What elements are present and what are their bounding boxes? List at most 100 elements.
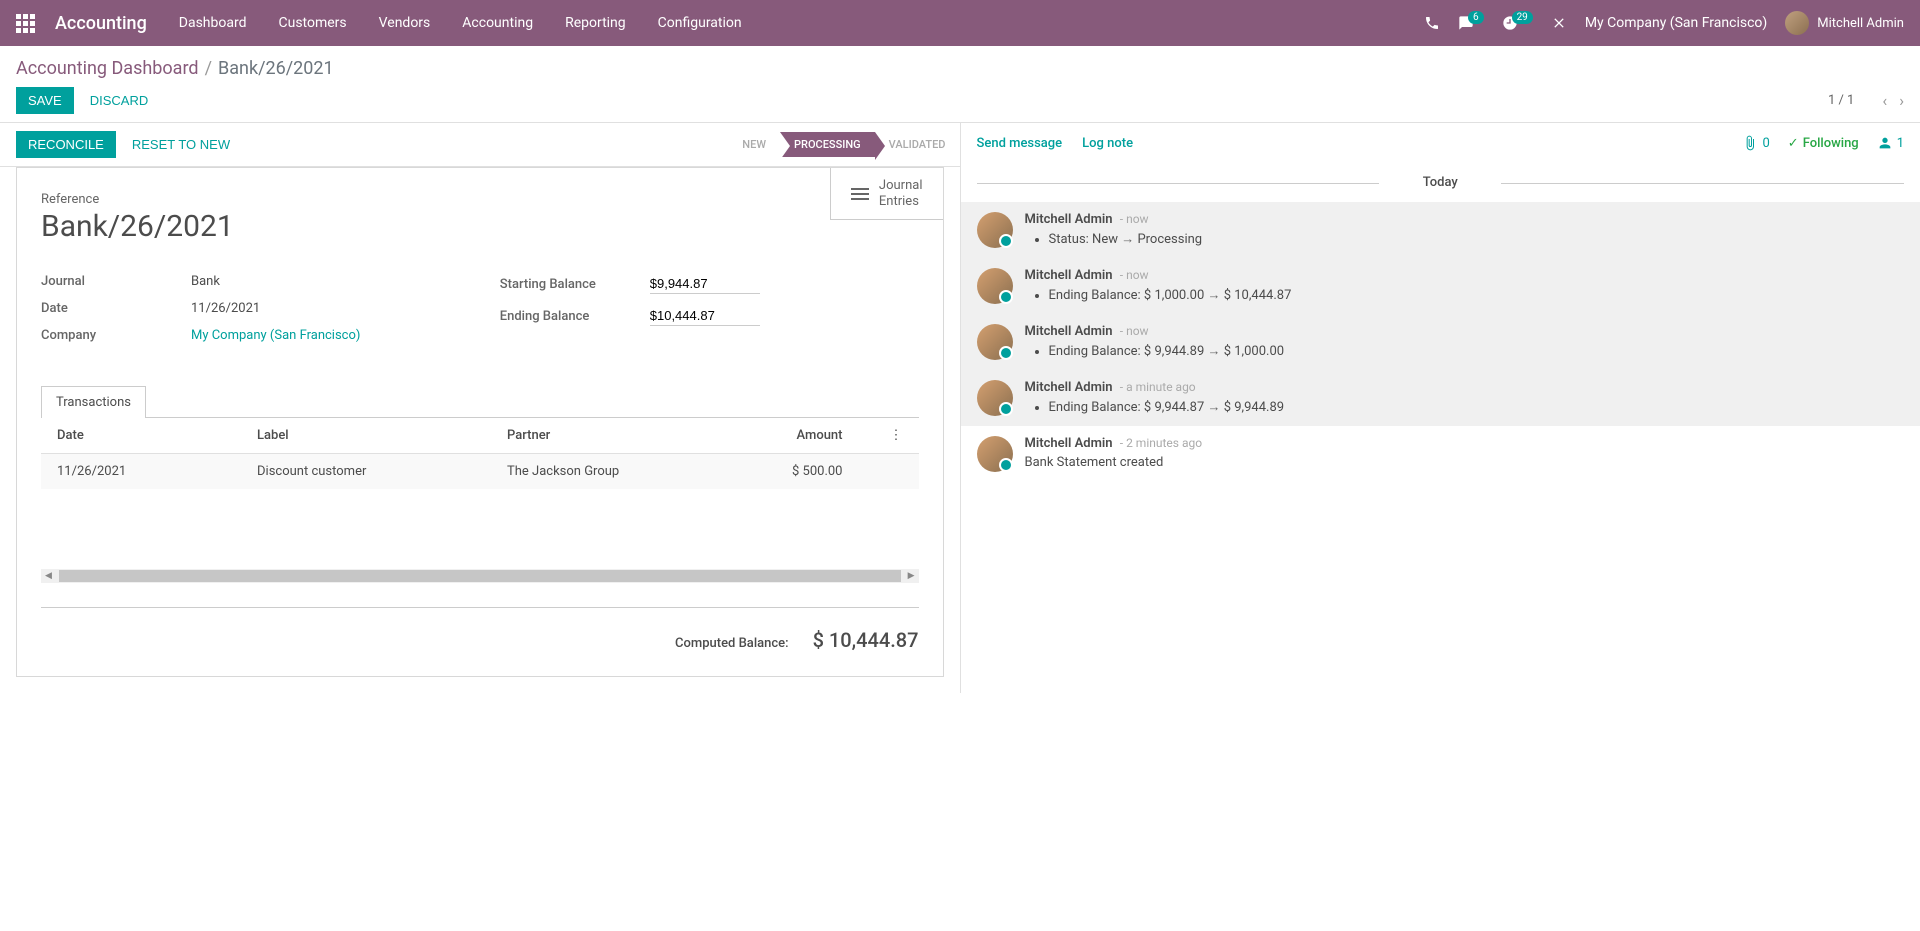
topbar-right: 6 29 My Company (San Francisco) Mitchell… [1424, 11, 1904, 35]
debug-icon[interactable] [1551, 15, 1567, 31]
cell-label[interactable]: Discount customer [257, 464, 507, 479]
col-date-header[interactable]: Date [57, 428, 257, 443]
discard-button[interactable]: DISCARD [78, 87, 161, 114]
avatar-icon [977, 324, 1013, 360]
journal-entries-button[interactable]: Journal Entries [830, 168, 943, 220]
topbar: Accounting Dashboard Customers Vendors A… [0, 0, 1920, 46]
form-view: RECONCILE RESET TO NEW NEW PROCESSING VA… [0, 123, 960, 693]
messages-badge: 6 [1468, 11, 1484, 24]
status-new[interactable]: NEW [728, 132, 780, 157]
company-label: Company [41, 328, 191, 343]
attachments-button[interactable]: 0 [1742, 135, 1769, 151]
following-label: Following [1803, 136, 1859, 151]
nav-accounting[interactable]: Accounting [462, 15, 533, 31]
message[interactable]: Mitchell Admin - nowEnding Balance: $ 1,… [961, 258, 1920, 314]
chatter-meta: 0 ✓ Following 1 [1742, 135, 1904, 151]
h-scrollbar[interactable] [41, 569, 919, 583]
pager-prev-icon[interactable]: ‹ [1882, 91, 1887, 110]
followers-count: 1 [1897, 136, 1904, 151]
stat-line2: Entries [879, 194, 923, 210]
tab-transactions[interactable]: Transactions [41, 386, 146, 418]
journal-label: Journal [41, 274, 191, 289]
tab-header: Transactions [41, 385, 919, 418]
computed-row: Computed Balance: $ 10,444.87 [41, 607, 919, 652]
nav-configuration[interactable]: Configuration [658, 15, 742, 31]
stat-line1: Journal [879, 178, 923, 194]
msg-author[interactable]: Mitchell Admin [1025, 268, 1113, 283]
msg-author[interactable]: Mitchell Admin [1025, 436, 1113, 451]
nav-menu: Dashboard Customers Vendors Accounting R… [179, 15, 742, 31]
avatar-icon [977, 268, 1013, 304]
pager-next-icon[interactable]: › [1899, 91, 1904, 110]
nav-reporting[interactable]: Reporting [565, 15, 626, 31]
status-validated[interactable]: VALIDATED [875, 132, 960, 157]
followers-button[interactable]: 1 [1877, 135, 1904, 151]
status-buttons: RECONCILE RESET TO NEW [16, 131, 242, 158]
toolbar-right: 1 / 1 ‹ › [1828, 91, 1904, 110]
reset-button[interactable]: RESET TO NEW [120, 131, 242, 158]
company-value[interactable]: My Company (San Francisco) [191, 328, 360, 343]
col-partner-header[interactable]: Partner [507, 428, 757, 443]
message[interactable]: Mitchell Admin - nowEnding Balance: $ 9,… [961, 314, 1920, 370]
breadcrumb-sep: / [205, 58, 212, 79]
start-balance-label: Starting Balance [500, 277, 650, 292]
avatar-icon [977, 436, 1013, 472]
date-label: Date [41, 301, 191, 316]
messages-list: Mitchell Admin - nowStatus: New → Proces… [961, 202, 1920, 482]
topbar-left: Accounting Dashboard Customers Vendors A… [16, 13, 742, 34]
user-menu[interactable]: Mitchell Admin [1785, 11, 1904, 35]
messages-icon[interactable]: 6 [1458, 15, 1484, 31]
following-button[interactable]: ✓ Following [1788, 136, 1859, 151]
send-message-button[interactable]: Send message [977, 136, 1063, 151]
reconcile-button[interactable]: RECONCILE [16, 131, 116, 158]
msg-time: - now [1120, 212, 1149, 226]
date-value[interactable]: 11/26/2021 [191, 301, 260, 316]
message[interactable]: Mitchell Admin - a minute agoEnding Bala… [961, 370, 1920, 426]
statusbar-widget: NEW PROCESSING VALIDATED [728, 132, 959, 157]
msg-time: - a minute ago [1120, 380, 1196, 394]
msg-author[interactable]: Mitchell Admin [1025, 380, 1113, 395]
toolbar-left: SAVE DISCARD [16, 87, 160, 114]
nav-customers[interactable]: Customers [279, 15, 347, 31]
chatter-top: Send message Log note 0 ✓ Following 1 [961, 123, 1920, 163]
cell-amount[interactable]: $ 500.00 [757, 464, 883, 479]
control-panel: Accounting Dashboard / Bank/26/2021 SAVE… [0, 46, 1920, 122]
nav-dashboard[interactable]: Dashboard [179, 15, 247, 31]
main-area: RECONCILE RESET TO NEW NEW PROCESSING VA… [0, 122, 1920, 693]
status-processing[interactable]: PROCESSING [780, 132, 875, 157]
message[interactable]: Mitchell Admin - 2 minutes agoBank State… [961, 426, 1920, 482]
avatar-icon [977, 212, 1013, 248]
journal-value: Bank [191, 274, 220, 289]
col-amount-header[interactable]: Amount [757, 428, 883, 443]
col-label-header[interactable]: Label [257, 428, 507, 443]
pager-count[interactable]: 1 / 1 [1828, 93, 1854, 108]
phone-icon[interactable] [1424, 15, 1440, 31]
check-icon: ✓ [1788, 136, 1799, 151]
cell-partner[interactable]: The Jackson Group [507, 464, 757, 479]
message[interactable]: Mitchell Admin - nowStatus: New → Proces… [961, 202, 1920, 258]
start-balance-input[interactable] [650, 274, 760, 294]
nav-vendors[interactable]: Vendors [379, 15, 431, 31]
statusbar-row: RECONCILE RESET TO NEW NEW PROCESSING VA… [0, 123, 960, 167]
chatter: Send message Log note 0 ✓ Following 1 To… [960, 123, 1920, 693]
log-note-button[interactable]: Log note [1082, 136, 1133, 151]
tabs: Transactions Date Label Partner Amount ⋮… [41, 385, 919, 652]
cell-date[interactable]: 11/26/2021 [57, 464, 257, 479]
app-title[interactable]: Accounting [55, 13, 147, 34]
breadcrumb-current: Bank/26/2021 [218, 58, 334, 79]
reference-value[interactable]: Bank/26/2021 [41, 209, 919, 244]
msg-time: - now [1120, 268, 1149, 282]
form-sheet: Journal Entries Reference Bank/26/2021 J… [16, 167, 944, 677]
msg-author[interactable]: Mitchell Admin [1025, 324, 1113, 339]
col-menu-icon[interactable]: ⋮ [883, 428, 903, 443]
end-balance-input[interactable] [650, 306, 760, 326]
table-row[interactable]: 11/26/2021 Discount customer The Jackson… [41, 454, 919, 489]
company-selector[interactable]: My Company (San Francisco) [1585, 15, 1767, 31]
apps-icon[interactable] [16, 14, 35, 33]
person-icon [1877, 135, 1893, 151]
breadcrumb-parent[interactable]: Accounting Dashboard [16, 58, 199, 79]
save-button[interactable]: SAVE [16, 87, 74, 114]
msg-author[interactable]: Mitchell Admin [1025, 212, 1113, 227]
activities-icon[interactable]: 29 [1502, 15, 1533, 31]
cell-spacer [883, 464, 903, 479]
